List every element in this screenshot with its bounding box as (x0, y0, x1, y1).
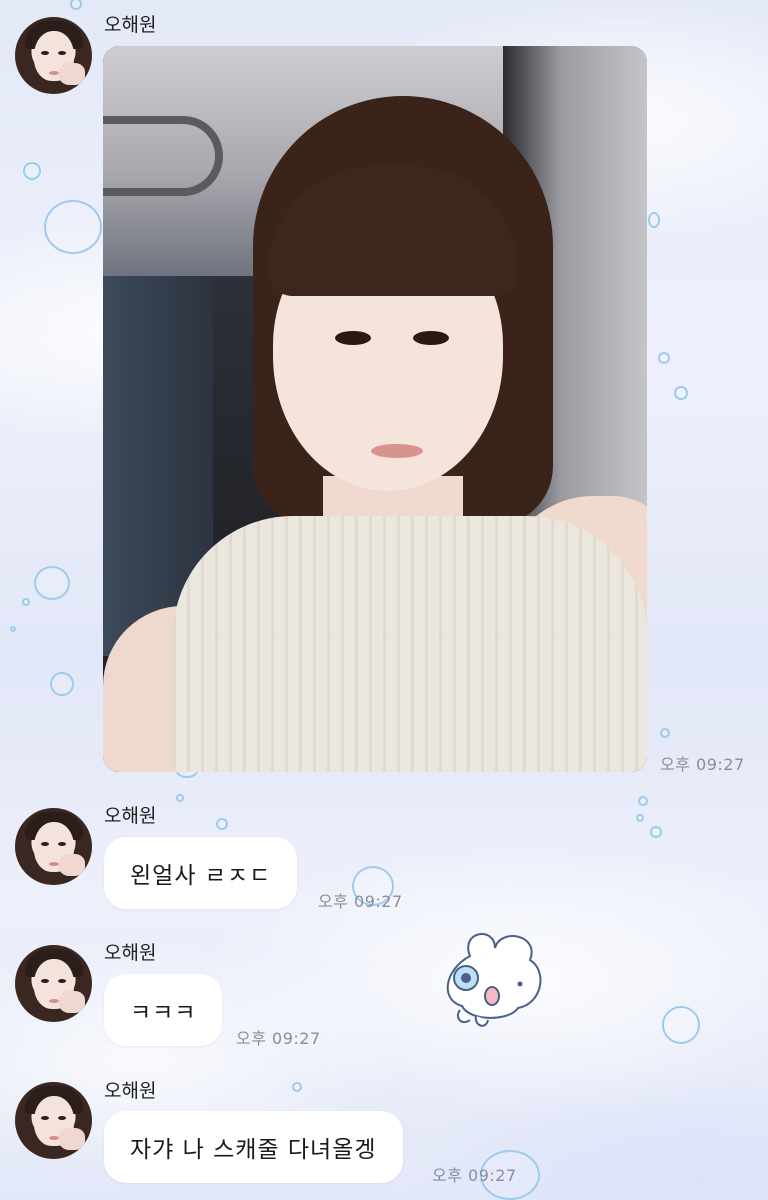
avatar[interactable] (15, 808, 92, 885)
avatar-hand (59, 991, 85, 1013)
decorative-bubble (662, 1006, 700, 1044)
avatar-eye (41, 1116, 49, 1120)
message-bubble[interactable]: 자갸 나 스캐줄 다녀올겡 (104, 1111, 403, 1183)
decorative-bubble (44, 200, 102, 254)
avatar-eye (41, 979, 49, 983)
message-text: 왼얼사 ㄹㅈㄷ (130, 863, 272, 889)
decorative-bubble (23, 162, 41, 180)
decorative-bubble (636, 814, 644, 822)
avatar-hand (59, 1128, 85, 1150)
sender-name: 오해원 (104, 805, 157, 827)
photo-message[interactable] (103, 46, 647, 772)
sender-name: 오해원 (104, 14, 157, 36)
avatar-eye (41, 51, 49, 55)
message-time: 오후 09:27 (318, 892, 403, 911)
avatar[interactable] (15, 1082, 92, 1159)
bunny-sticker (446, 933, 542, 1027)
decorative-bubble (50, 672, 74, 696)
decorative-bubble (292, 1082, 302, 1092)
decorative-bubble (658, 352, 670, 364)
photo-lamp (103, 116, 223, 196)
avatar-lip (49, 1136, 59, 1140)
avatar-eye (58, 51, 66, 55)
decorative-bubble (176, 794, 184, 802)
photo-eye (335, 331, 371, 345)
message-bubble[interactable]: 왼얼사 ㄹㅈㄷ (104, 837, 298, 909)
photo-eye (413, 331, 449, 345)
photo-sweater (173, 516, 647, 772)
decorative-bubble (650, 826, 662, 838)
message-time: 오후 09:27 (432, 1166, 517, 1185)
avatar-lip (49, 999, 59, 1003)
avatar[interactable] (15, 945, 92, 1022)
avatar-eye (58, 979, 66, 983)
avatar-hand (59, 854, 85, 876)
decorative-bubble (638, 796, 648, 806)
decorative-bubble (70, 0, 82, 10)
message-time: 오후 09:27 (660, 755, 745, 774)
message-text: 자갸 나 스캐줄 다녀올겡 (130, 1137, 377, 1163)
decorative-bubble (648, 212, 660, 228)
sender-name: 오해원 (104, 1080, 157, 1102)
decorative-bubble (34, 566, 70, 600)
avatar[interactable] (15, 17, 92, 94)
decorative-bubble (674, 386, 688, 400)
message-text: ㅋㅋㅋ (130, 1000, 197, 1026)
avatar-lip (49, 71, 59, 75)
avatar-eye (41, 842, 49, 846)
sender-name: 오해원 (104, 942, 157, 964)
message-time: 오후 09:27 (236, 1029, 321, 1048)
message-bubble[interactable]: ㅋㅋㅋ (104, 974, 223, 1046)
avatar-lip (49, 862, 59, 866)
avatar-eye (58, 842, 66, 846)
avatar-eye (58, 1116, 66, 1120)
avatar-hand (59, 63, 85, 85)
decorative-bubble (22, 598, 30, 606)
decorative-bubble (216, 818, 228, 830)
decorative-bubble (10, 626, 16, 632)
decorative-bubble (660, 728, 670, 738)
photo-mouth (371, 444, 423, 458)
